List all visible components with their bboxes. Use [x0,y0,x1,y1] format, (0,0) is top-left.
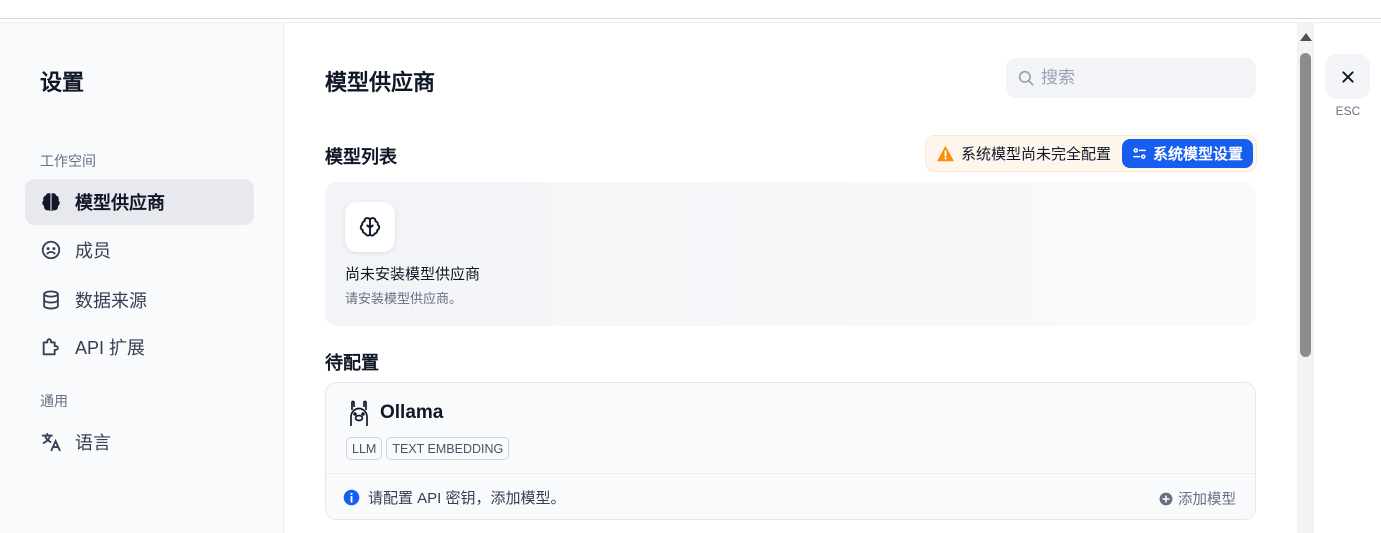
section-label-general: 通用 [40,393,68,409]
scroll-up-arrow[interactable] [1300,33,1312,41]
provider-tags: LLM TEXT EMBEDDING [346,437,513,460]
configure-hint: 请配置 API 密钥，添加模型。 [368,490,566,507]
search-box[interactable] [1006,58,1256,98]
search-icon [1017,69,1035,87]
sidebar-item-label: API 扩展 [75,338,146,358]
sidebar-item-label: 成员 [75,241,111,261]
sidebar-item-api-extension[interactable]: API 扩展 [25,324,254,370]
members-icon [40,239,62,261]
system-model-settings-button[interactable]: 系统模型设置 [1121,139,1253,168]
sidebar-item-language[interactable]: 语言 [25,419,254,465]
sidebar-item-members[interactable]: 成员 [25,227,254,273]
info-icon [343,489,360,506]
model-list-title: 模型列表 [325,147,397,167]
sidebar-item-data-source[interactable]: 数据来源 [25,277,254,323]
brain-outline-icon [345,202,395,252]
warning-icon [936,145,955,162]
empty-title: 尚未安装模型供应商 [345,266,481,283]
add-model-button[interactable]: 添加模型 [1159,488,1236,509]
provider-footer: 请配置 API 密钥，添加模型。 添加模型 [326,473,1255,519]
settings-sidebar: 设置 工作空间 模型供应商 成员 数据来源 API 扩展 通用 语言 [0,23,284,533]
add-model-label: 添加模型 [1178,492,1236,508]
empty-subtitle: 请安装模型供应商。 [345,291,463,306]
system-model-warning: 系统模型尚未完全配置 系统模型设置 [925,135,1257,172]
warning-text: 系统模型尚未完全配置 [961,146,1112,163]
sidebar-item-label: 语言 [75,433,111,453]
sidebar-item-label: 数据来源 [75,291,147,311]
llama-icon [346,398,372,428]
pending-config-title: 待配置 [325,353,379,373]
settings-title: 设置 [40,70,85,95]
main-content: 模型供应商 模型列表 系统模型尚未完全配置 系统模型设置 尚未安装模型供应商 请… [285,23,1297,533]
sidebar-item-label: 模型供应商 [75,193,165,213]
esc-label: ESC [1335,104,1361,118]
plus-circle-icon [1159,492,1173,506]
close-button[interactable] [1325,54,1370,99]
scrollbar-thumb[interactable] [1300,53,1311,357]
settings-sliders-icon [1132,146,1147,161]
brain-icon [40,191,62,213]
model-type-tag: TEXT EMBEDDING [386,437,510,460]
provider-name: Ollama [380,402,444,423]
section-label-workspace: 工作空间 [40,153,96,169]
empty-provider-card: 尚未安装模型供应商 请安装模型供应商。 [325,182,1256,326]
close-icon [1340,69,1356,85]
provider-header: Ollama [346,398,443,428]
sidebar-item-model-provider[interactable]: 模型供应商 [25,179,254,225]
model-type-tag: LLM [346,437,383,460]
provider-card-ollama: Ollama LLM TEXT EMBEDDING 请配置 API 密钥，添加模… [325,382,1256,520]
search-input[interactable] [1041,68,1241,88]
database-icon [40,289,62,311]
page-title: 模型供应商 [325,70,436,95]
puzzle-icon [40,336,62,358]
translate-icon [40,431,62,453]
system-model-settings-label: 系统模型设置 [1152,146,1243,163]
window-top-border [0,18,1381,19]
